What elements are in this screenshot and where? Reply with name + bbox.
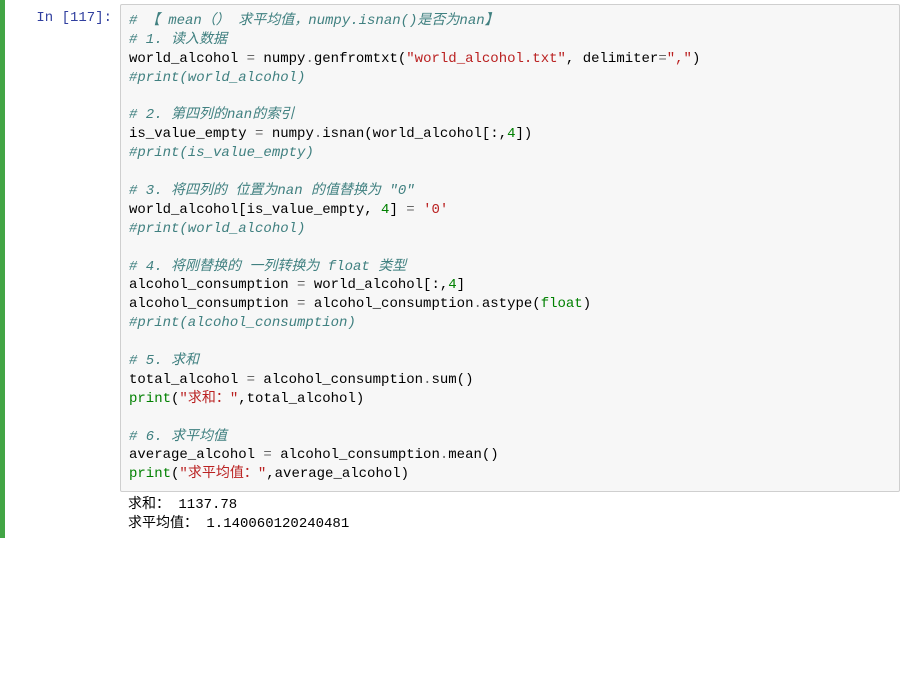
code-token: =: [247, 51, 255, 67]
prompt-prefix: In [: [36, 10, 70, 26]
code-token: alcohol_consumption: [255, 372, 423, 388]
code-token: ,total_alcohol): [238, 391, 364, 407]
code-token: world_alcohol[is_value_empty,: [129, 202, 381, 218]
code-token: =: [658, 51, 666, 67]
code-token: genfromtxt(: [314, 51, 406, 67]
code-token: # 4. 将刚替换的 一列转换为 float 类型: [129, 259, 406, 275]
code-token: "求平均值：": [179, 466, 266, 482]
code-token: [415, 202, 423, 218]
code-token: "求和：": [179, 391, 238, 407]
code-token: ,average_alcohol): [266, 466, 409, 482]
code-token: average_alcohol: [129, 447, 263, 463]
code-token: "world_alcohol.txt": [406, 51, 566, 67]
code-token: float: [541, 296, 583, 312]
code-token: ]: [389, 202, 406, 218]
code-token: .: [473, 296, 481, 312]
code-token: is_value_empty: [129, 126, 255, 142]
output-line: 求和： 1137.78: [128, 497, 237, 513]
code-token: 4: [448, 277, 456, 293]
code-token: =: [247, 372, 255, 388]
output-line: 求平均值： 1.140060120240481: [128, 516, 349, 532]
code-token: ]): [516, 126, 533, 142]
code-token: .: [440, 447, 448, 463]
code-token: world_alcohol[:,: [305, 277, 448, 293]
code-token: #print(world_alcohol): [129, 221, 305, 237]
code-token: # 1. 读入数据: [129, 32, 227, 48]
code-token: # 【 mean（） 求平均值，numpy.isnan()是否为nan】: [129, 13, 499, 29]
code-token: ",": [667, 51, 692, 67]
code-input[interactable]: # 【 mean（） 求平均值，numpy.isnan()是否为nan】 # 1…: [120, 4, 900, 492]
code-token: # 6. 求平均值: [129, 429, 227, 445]
notebook-cell: In [117]: # 【 mean（） 求平均值，numpy.isnan()是…: [0, 0, 922, 538]
code-token: #print(is_value_empty): [129, 145, 314, 161]
code-token: .: [314, 126, 322, 142]
code-token: world_alcohol: [129, 51, 247, 67]
exec-count: 117: [70, 10, 95, 26]
output-prompt: [5, 492, 120, 498]
stdout-output: 求和： 1137.78 求平均值： 1.140060120240481: [120, 492, 900, 534]
input-row: In [117]: # 【 mean（） 求平均值，numpy.isnan()是…: [5, 4, 922, 492]
code-token: isnan(world_alcohol[:,: [322, 126, 507, 142]
code-token: alcohol_consumption: [305, 296, 473, 312]
code-token: '0': [423, 202, 448, 218]
code-token: mean(): [448, 447, 498, 463]
code-token: # 5. 求和: [129, 353, 199, 369]
code-token: astype(: [482, 296, 541, 312]
code-token: #print(alcohol_consumption): [129, 315, 356, 331]
code-token: print: [129, 391, 171, 407]
code-token: sum(): [431, 372, 473, 388]
code-token: ]: [457, 277, 465, 293]
prompt-suffix: ]:: [95, 10, 112, 26]
code-token: =: [406, 202, 414, 218]
code-token: ): [692, 51, 700, 67]
output-row: 求和： 1137.78 求平均值： 1.140060120240481: [5, 492, 922, 534]
code-token: , delimiter: [566, 51, 658, 67]
code-token: # 2. 第四列的nan的索引: [129, 107, 294, 123]
input-prompt: In [117]:: [5, 4, 120, 26]
code-token: alcohol_consumption: [272, 447, 440, 463]
code-token: numpy: [255, 51, 305, 67]
code-token: alcohol_consumption: [129, 277, 297, 293]
code-token: alcohol_consumption: [129, 296, 297, 312]
code-token: total_alcohol: [129, 372, 247, 388]
code-token: # 3. 将四列的 位置为nan 的值替换为 "0": [129, 183, 415, 199]
code-token: =: [263, 447, 271, 463]
code-token: .: [305, 51, 313, 67]
code-token: 4: [507, 126, 515, 142]
code-token: #print(world_alcohol): [129, 70, 305, 86]
code-token: print: [129, 466, 171, 482]
code-token: ): [583, 296, 591, 312]
code-token: numpy: [263, 126, 313, 142]
